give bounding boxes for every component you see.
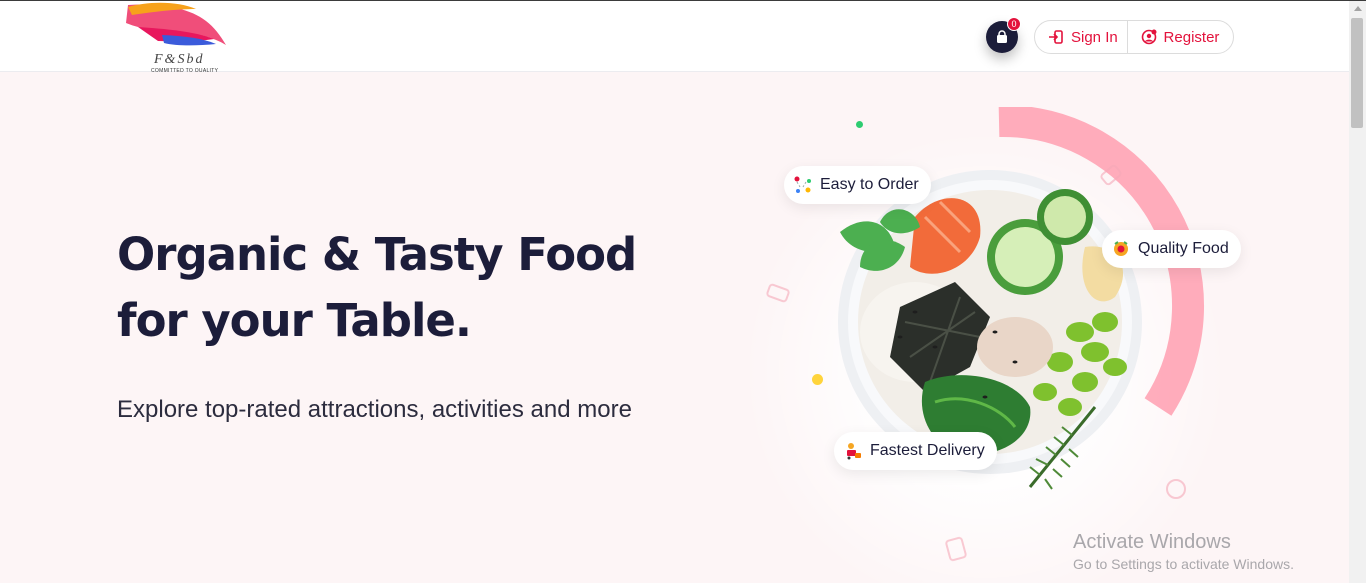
quality-icon [1114, 241, 1128, 256]
register-button[interactable]: Register [1128, 21, 1233, 53]
sign-in-button[interactable]: Sign In [1035, 21, 1128, 53]
activate-windows-subtitle: Go to Settings to activate Windows. [1073, 556, 1294, 572]
easy-to-order-label: Easy to Order [820, 176, 919, 193]
scrollbar-thumb[interactable] [1351, 18, 1363, 128]
activate-windows-title: Activate Windows [1073, 531, 1231, 553]
hero-title-line1: Organic & Tasty Food [117, 228, 637, 281]
register-icon [1141, 29, 1157, 45]
auth-button-group: Sign In Register [1034, 20, 1234, 54]
hero-subtitle: Explore top-rated attractions, activitie… [117, 396, 632, 423]
hero-title-line2: for your Table. [117, 294, 472, 347]
cart-count-badge: 0 [1007, 17, 1021, 31]
hero-section: Organic & Tasty Food for your Table. Exp… [0, 72, 1349, 583]
delivery-icon [847, 443, 861, 460]
quality-food-badge: Quality Food [1102, 230, 1241, 268]
order-icon [794, 176, 811, 193]
easy-to-order-badge: Easy to Order [784, 166, 931, 204]
site-header: F&Sbd COMMITTED TO QUALITY 0 Sign In Reg… [0, 1, 1349, 74]
sign-in-icon [1049, 30, 1063, 44]
fastest-delivery-label: Fastest Delivery [870, 442, 985, 459]
scroll-up-arrow-icon[interactable] [1354, 6, 1362, 11]
fastest-delivery-badge: Fastest Delivery [834, 432, 997, 470]
logo-text: F&Sbd [154, 52, 205, 67]
shopping-bag-icon [997, 30, 1007, 43]
register-label: Register [1163, 28, 1220, 46]
quality-food-label: Quality Food [1138, 240, 1229, 257]
yellow-dot [812, 374, 823, 385]
hero-title: Organic & Tasty Food for your Table. [117, 222, 637, 354]
sign-in-label: Sign In [1071, 28, 1118, 46]
green-dot [856, 121, 863, 128]
